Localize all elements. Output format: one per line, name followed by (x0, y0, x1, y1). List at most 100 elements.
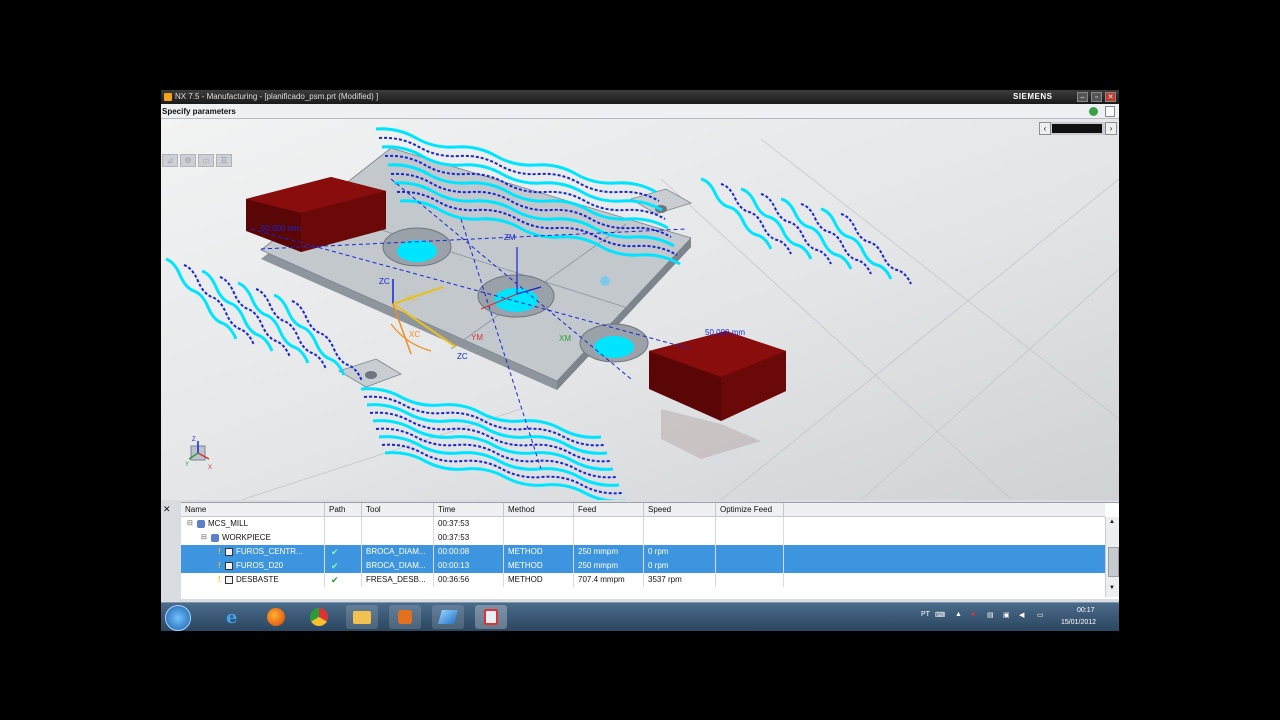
app-icon[interactable] (432, 605, 464, 629)
scroll-thumb[interactable] (1108, 547, 1119, 577)
internet-explorer-icon[interactable]: e (217, 605, 249, 629)
model-view: ZC ZM YC XC YM XM ZC 50.000 mm 50.000 mm… (165, 127, 1119, 500)
toolpath-bottom (372, 419, 614, 471)
tray-arrow-icon[interactable]: ▲ (955, 611, 962, 618)
device-icon[interactable]: ▣ (1003, 611, 1010, 619)
row-time: 00:37:53 (434, 517, 504, 531)
row-name-cell: ! FUROS_CENTR... (181, 545, 325, 559)
row-feed (574, 531, 644, 545)
row-speed: 3537 rpm (644, 573, 716, 587)
toolpath-right (700, 177, 773, 250)
row-feed: 250 mmpm (574, 559, 644, 573)
toolpath-left (219, 276, 291, 358)
column-header-speed[interactable]: Speed (644, 503, 716, 517)
row-name-cell: ! DESBASTE (181, 573, 325, 587)
table-row[interactable]: ! DESBASTE ✔ FRESA_DESB... 00:36:56 METHOD 707… (181, 573, 1105, 587)
media-player-icon[interactable] (389, 605, 421, 629)
table-row[interactable]: ! FUROS_D20 ✔ BROCA_DIAM... 00:00:13 METHOD 25… (181, 559, 1105, 573)
navigator-pin-icon[interactable]: ✕ (163, 504, 177, 520)
toolpath-left (183, 264, 255, 346)
clock-time[interactable]: 00:17 (1077, 607, 1095, 614)
row-tool: BROCA_DIAM... (362, 559, 434, 573)
network-icon[interactable]: ▤ (987, 611, 994, 619)
nx-main-window: NX 7.5 - Manufacturing - [planificado_ps… (161, 90, 1119, 630)
toolpath-left (273, 293, 346, 376)
firefox-icon[interactable] (260, 605, 292, 629)
close-button[interactable]: ✕ (1105, 92, 1116, 102)
row-speed: 0 rpm (644, 545, 716, 559)
row-optimize-feed (716, 573, 784, 587)
tool-status-icon: ! (218, 575, 221, 584)
scroll-down-icon[interactable]: ▼ (1109, 585, 1115, 591)
title-bar: NX 7.5 - Manufacturing - [planificado_ps… (161, 90, 1119, 104)
row-name: DESBASTE (236, 575, 279, 584)
row-method: METHOD (504, 559, 574, 573)
row-feed: 707.4 mmpm (574, 573, 644, 587)
tool-status-icon: ! (218, 547, 221, 556)
row-path (325, 531, 362, 545)
scroll-up-icon[interactable]: ▲ (1109, 519, 1115, 525)
drill-operation-icon (225, 548, 233, 556)
row-name: MCS_MILL (208, 519, 249, 528)
volume-icon[interactable]: ◀ (1019, 611, 1024, 619)
toolpath-right (780, 197, 853, 270)
cue-options-icon[interactable] (1105, 106, 1115, 117)
nx-app-icon[interactable] (475, 605, 507, 629)
table-row[interactable]: ⊟ MCS_MILL 00:37:53 (181, 517, 1105, 531)
column-header-path[interactable]: Path (325, 503, 362, 517)
selection-toolbar: ⊿ ⚙ ▭ ☰ (162, 154, 244, 168)
language-indicator[interactable]: PT (921, 611, 930, 618)
resource-bar-nav: ‹ › (1039, 122, 1117, 135)
chevron-left-icon[interactable]: ‹ (1039, 122, 1051, 135)
record-icon[interactable]: ● (971, 611, 975, 618)
zc-label: ZC (379, 277, 390, 286)
keyboard-icon[interactable]: ⌨ (935, 611, 945, 619)
start-orb-icon[interactable] (165, 605, 191, 631)
column-header-feed[interactable]: Feed (574, 503, 644, 517)
minimize-button[interactable]: – (1077, 92, 1088, 102)
list-icon[interactable]: ☰ (216, 154, 232, 167)
column-header-filler (784, 503, 1105, 517)
windows-taskbar: e PT ⌨ ▲ ● ▤ ▣ ◀ ▭ 00:17 15/01/2012 (161, 602, 1119, 631)
expand-toggle-icon[interactable]: ⊟ (187, 517, 193, 531)
ym-label: YM (471, 333, 483, 342)
dimension-label-right: 50.000 mm (705, 328, 745, 337)
power-icon[interactable]: ▭ (1037, 611, 1044, 619)
restore-button[interactable]: ▫ (1091, 92, 1102, 102)
row-feed (574, 517, 644, 531)
window-title: NX 7.5 - Manufacturing - [planificado_ps… (175, 92, 379, 101)
toolpath-right (800, 203, 872, 275)
column-header-name[interactable]: Name (181, 503, 325, 517)
chevron-right-icon[interactable]: › (1105, 122, 1117, 135)
vertical-scrollbar[interactable]: ▲ ▼ (1105, 517, 1119, 597)
zm-label: ZM (504, 233, 516, 242)
resource-tab[interactable] (1052, 124, 1102, 133)
settings-gear-icon[interactable]: ⚙ (180, 154, 196, 167)
clock-date[interactable]: 15/01/2012 (1061, 619, 1096, 626)
column-header-method[interactable]: Method (504, 503, 574, 517)
row-path (325, 517, 362, 531)
view-triad-icon: Z Y X (185, 437, 212, 471)
xc-label: XC (409, 330, 420, 339)
help-globe-icon[interactable] (1089, 107, 1098, 116)
table-row[interactable]: ⊟ WORKPIECE 00:37:53 (181, 531, 1105, 545)
toolpath-right (740, 187, 813, 260)
table-row[interactable]: ! FUROS_CENTR... ✔ BROCA_DIAM... 00:00:08 MET… (181, 545, 1105, 559)
graphics-viewport[interactable]: ZC ZM YC XC YM XM ZC 50.000 mm 50.000 mm… (161, 119, 1119, 500)
column-header-optimize-feed[interactable]: Optimize Feed (716, 503, 784, 517)
system-tray: PT ⌨ ▲ ● ▤ ▣ ◀ ▭ 00:17 15/01/2012 (917, 603, 1119, 631)
expand-toggle-icon[interactable]: ⊟ (201, 531, 207, 545)
select-filter-icon[interactable]: ⊿ (162, 154, 178, 167)
column-header-time[interactable]: Time (434, 503, 504, 517)
row-path: ✔ (325, 573, 362, 587)
layer-icon[interactable]: ▭ (198, 154, 214, 167)
row-optimize-feed (716, 517, 784, 531)
siemens-brand: SIEMENS (1013, 92, 1053, 101)
column-header-tool[interactable]: Tool (362, 503, 434, 517)
workpiece-icon (211, 534, 219, 542)
chrome-icon[interactable] (303, 605, 335, 629)
row-speed (644, 531, 716, 545)
row-name-cell: ! FUROS_D20 (181, 559, 325, 573)
explorer-folder-icon[interactable] (346, 605, 378, 629)
row-name: WORKPIECE (222, 533, 271, 542)
